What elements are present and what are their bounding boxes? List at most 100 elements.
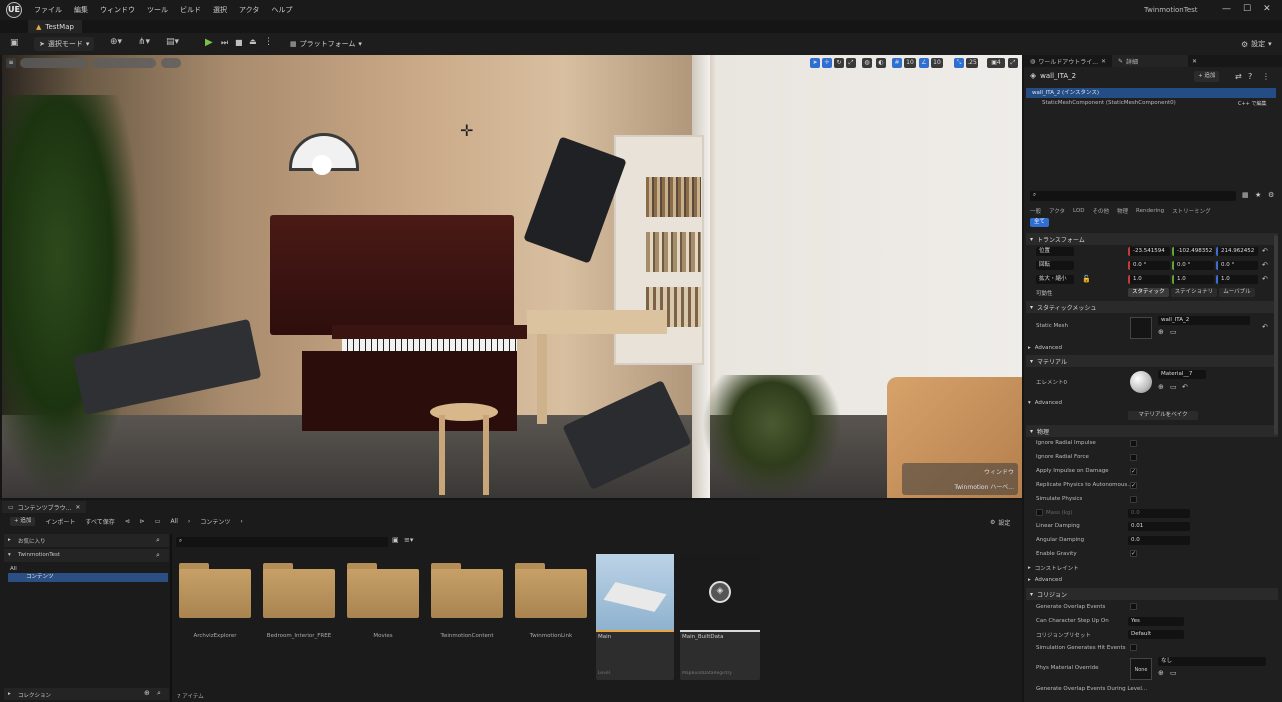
filter-tab-misc[interactable]: その他 [1092, 207, 1109, 215]
scale-x-field[interactable]: 1.0 [1128, 275, 1170, 284]
rotation-z-field[interactable]: 0.0 ° [1216, 261, 1258, 270]
advanced-row-1[interactable]: ▸ Advanced [1028, 345, 1062, 351]
mobility-stationary[interactable]: ステイショナリ [1170, 288, 1218, 297]
menu-window[interactable]: ウィンドウ [100, 5, 135, 15]
menu-help[interactable]: ヘルプ [271, 5, 292, 15]
minimize-button[interactable]: — [1222, 4, 1231, 14]
stop-icon[interactable]: ■ [235, 38, 243, 47]
filter-tab-general[interactable]: 一般 [1030, 207, 1041, 215]
details-search-input[interactable]: ⌕ [1030, 191, 1236, 201]
close-icon[interactable]: ✕ [1192, 58, 1197, 65]
grid-snap-icon[interactable]: # [892, 58, 902, 68]
ignore-radial-force-checkbox[interactable] [1130, 454, 1137, 461]
search-icon[interactable]: ⌕ [157, 689, 161, 698]
bake-material-button[interactable]: マテリアルをベイク [1128, 411, 1198, 420]
step-up-dropdown[interactable]: Yes [1128, 617, 1184, 626]
platform-dropdown[interactable]: ▦ プラットフォーム ▾ [285, 37, 367, 51]
scale-dropdown[interactable]: 拡大・縮小 [1036, 275, 1074, 284]
reset-icon[interactable]: ↶ [1262, 275, 1268, 283]
reset-icon[interactable]: ↶ [1262, 323, 1268, 331]
add-collection-icon[interactable]: ⊕ [144, 689, 150, 697]
settings-dropdown[interactable]: ⚙ 設定 ▾ [1236, 37, 1277, 51]
phys-material-dropdown[interactable]: なし [1158, 657, 1266, 666]
cinematics-icon[interactable]: ▤▾ [166, 37, 179, 47]
rotation-y-field[interactable]: 0.0 ° [1172, 261, 1214, 270]
blueprint-add-icon[interactable]: ⇄ [1235, 72, 1242, 81]
cb-save-all-button[interactable]: すべて保存 [85, 517, 114, 526]
close-window-button[interactable]: ✕ [1263, 4, 1271, 14]
close-icon[interactable]: ✕ [1101, 58, 1106, 65]
collections-header[interactable]: ▸ コレクション ⊕ ⌕ [4, 688, 169, 700]
filter-tab-rendering[interactable]: Rendering [1136, 208, 1164, 214]
favorites-header[interactable]: ▸ お気に入り ⌕ [4, 534, 169, 547]
add-content-icon[interactable]: ⊕▾ [110, 37, 122, 47]
reset-icon[interactable]: ↶ [1262, 247, 1268, 255]
world-local-icon[interactable]: ◍ [862, 58, 872, 68]
back-icon[interactable]: ⊲ [125, 518, 130, 525]
level-viewport[interactable]: ✛ ≡ ➤ ✛ ↻ ⤢ ◍ ◐ # 10 ∠ 10 ⤡ .25 ▣4 ⤢ ウィン… [2, 55, 1022, 498]
cb-import-button[interactable]: インポート [45, 517, 75, 526]
phys-material-thumbnail[interactable]: None [1130, 658, 1152, 680]
cb-add-button[interactable]: + 追加 [10, 517, 36, 526]
filter-icon[interactable]: ≡▾ [404, 536, 413, 544]
select-mode-dropdown[interactable]: ➤ 選択モード ▾ [34, 37, 95, 51]
browse-icon[interactable]: ⊕ [1158, 383, 1164, 391]
help-icon[interactable]: ? [1248, 72, 1252, 81]
search-icon[interactable]: ⌕ [156, 551, 160, 560]
lock-icon[interactable]: 🔓 [1082, 275, 1091, 283]
forward-icon[interactable]: ⊳ [140, 518, 145, 525]
cb-settings-button[interactable]: ⚙ 設定 [990, 518, 1010, 527]
scale-size-icon[interactable]: .25 [966, 58, 978, 68]
surface-snap-icon[interactable]: ◐ [876, 58, 886, 68]
material-thumbnail[interactable] [1130, 371, 1152, 393]
select-tool-icon[interactable]: ➤ [810, 58, 820, 68]
apply-impulse-checkbox[interactable]: ✓ [1130, 468, 1137, 475]
viewport-lit-pill[interactable] [92, 58, 156, 68]
save-icon[interactable]: ▣ [10, 38, 19, 48]
maximize-viewport-icon[interactable]: ⤢ [1008, 58, 1018, 68]
location-dropdown[interactable]: 位置 [1036, 247, 1074, 256]
eject-icon[interactable]: ⏏ [249, 37, 257, 46]
favorite-star-icon[interactable]: ★ [1255, 191, 1261, 199]
details-scrollbar[interactable] [1274, 235, 1278, 435]
menu-select[interactable]: 選択 [213, 5, 227, 15]
angular-damping-field[interactable]: 0.0 [1128, 536, 1190, 545]
translate-tool-icon[interactable]: ✛ [822, 58, 832, 68]
search-icon[interactable]: ⌕ [156, 536, 160, 545]
close-icon[interactable]: ✕ [75, 504, 80, 511]
camera-actor-top[interactable] [523, 136, 627, 264]
enable-gravity-checkbox[interactable]: ✓ [1130, 550, 1137, 557]
section-collision[interactable]: ▾ コリジョン [1026, 588, 1278, 600]
advanced-row-3[interactable]: ▸ Advanced [1028, 577, 1062, 583]
mobility-movable[interactable]: ムーバブル [1219, 288, 1255, 297]
step-icon[interactable]: ⏭ [221, 38, 228, 48]
path-content[interactable]: コンテンツ [200, 517, 230, 526]
rotation-snap-icon[interactable]: ∠ [919, 58, 929, 68]
hit-events-checkbox[interactable] [1130, 644, 1137, 651]
grid-view-icon[interactable]: ▦ [1242, 191, 1249, 199]
ignore-radial-impulse-checkbox[interactable] [1130, 440, 1137, 447]
advanced-row-2[interactable]: ▾ Advanced [1028, 400, 1062, 406]
hierarchy-item-instance[interactable]: wall_ITA_2 (インスタンス) [1026, 88, 1276, 98]
folder-twinmotion-content[interactable] [431, 563, 503, 618]
add-component-button[interactable]: + 追加 [1194, 71, 1220, 82]
viewport-perspective-pill[interactable] [20, 58, 88, 68]
tab-details[interactable]: ✎ 詳細 [1112, 55, 1189, 67]
asset-search-input[interactable]: ⌕ [176, 537, 388, 547]
grid-size-icon[interactable]: 10 [904, 58, 916, 68]
blueprint-icon[interactable]: ⋔▾ [138, 37, 150, 47]
menu-tools[interactable]: ツール [147, 5, 168, 15]
level-tab[interactable]: ▲ TestMap [28, 20, 82, 33]
menu-build[interactable]: ビルド [180, 5, 201, 15]
section-materials[interactable]: ▾ マテリアル [1026, 355, 1278, 367]
tree-item-content[interactable]: コンテンツ [8, 573, 168, 582]
path-all[interactable]: All [170, 518, 177, 525]
maximize-button[interactable]: ☐ [1243, 4, 1251, 14]
material-dropdown[interactable]: Material__7 [1158, 370, 1206, 379]
asset-builtdata[interactable]: ◈ Main_BuiltData MapBuildDataRegistry [680, 554, 760, 680]
scale-snap-icon[interactable]: ⤡ [954, 58, 964, 68]
folder-icon[interactable]: ▭ [1170, 328, 1177, 336]
save-search-icon[interactable]: ▣ [392, 536, 399, 544]
viewport-show-pill[interactable] [161, 58, 181, 68]
reset-icon[interactable]: ↶ [1262, 261, 1268, 269]
